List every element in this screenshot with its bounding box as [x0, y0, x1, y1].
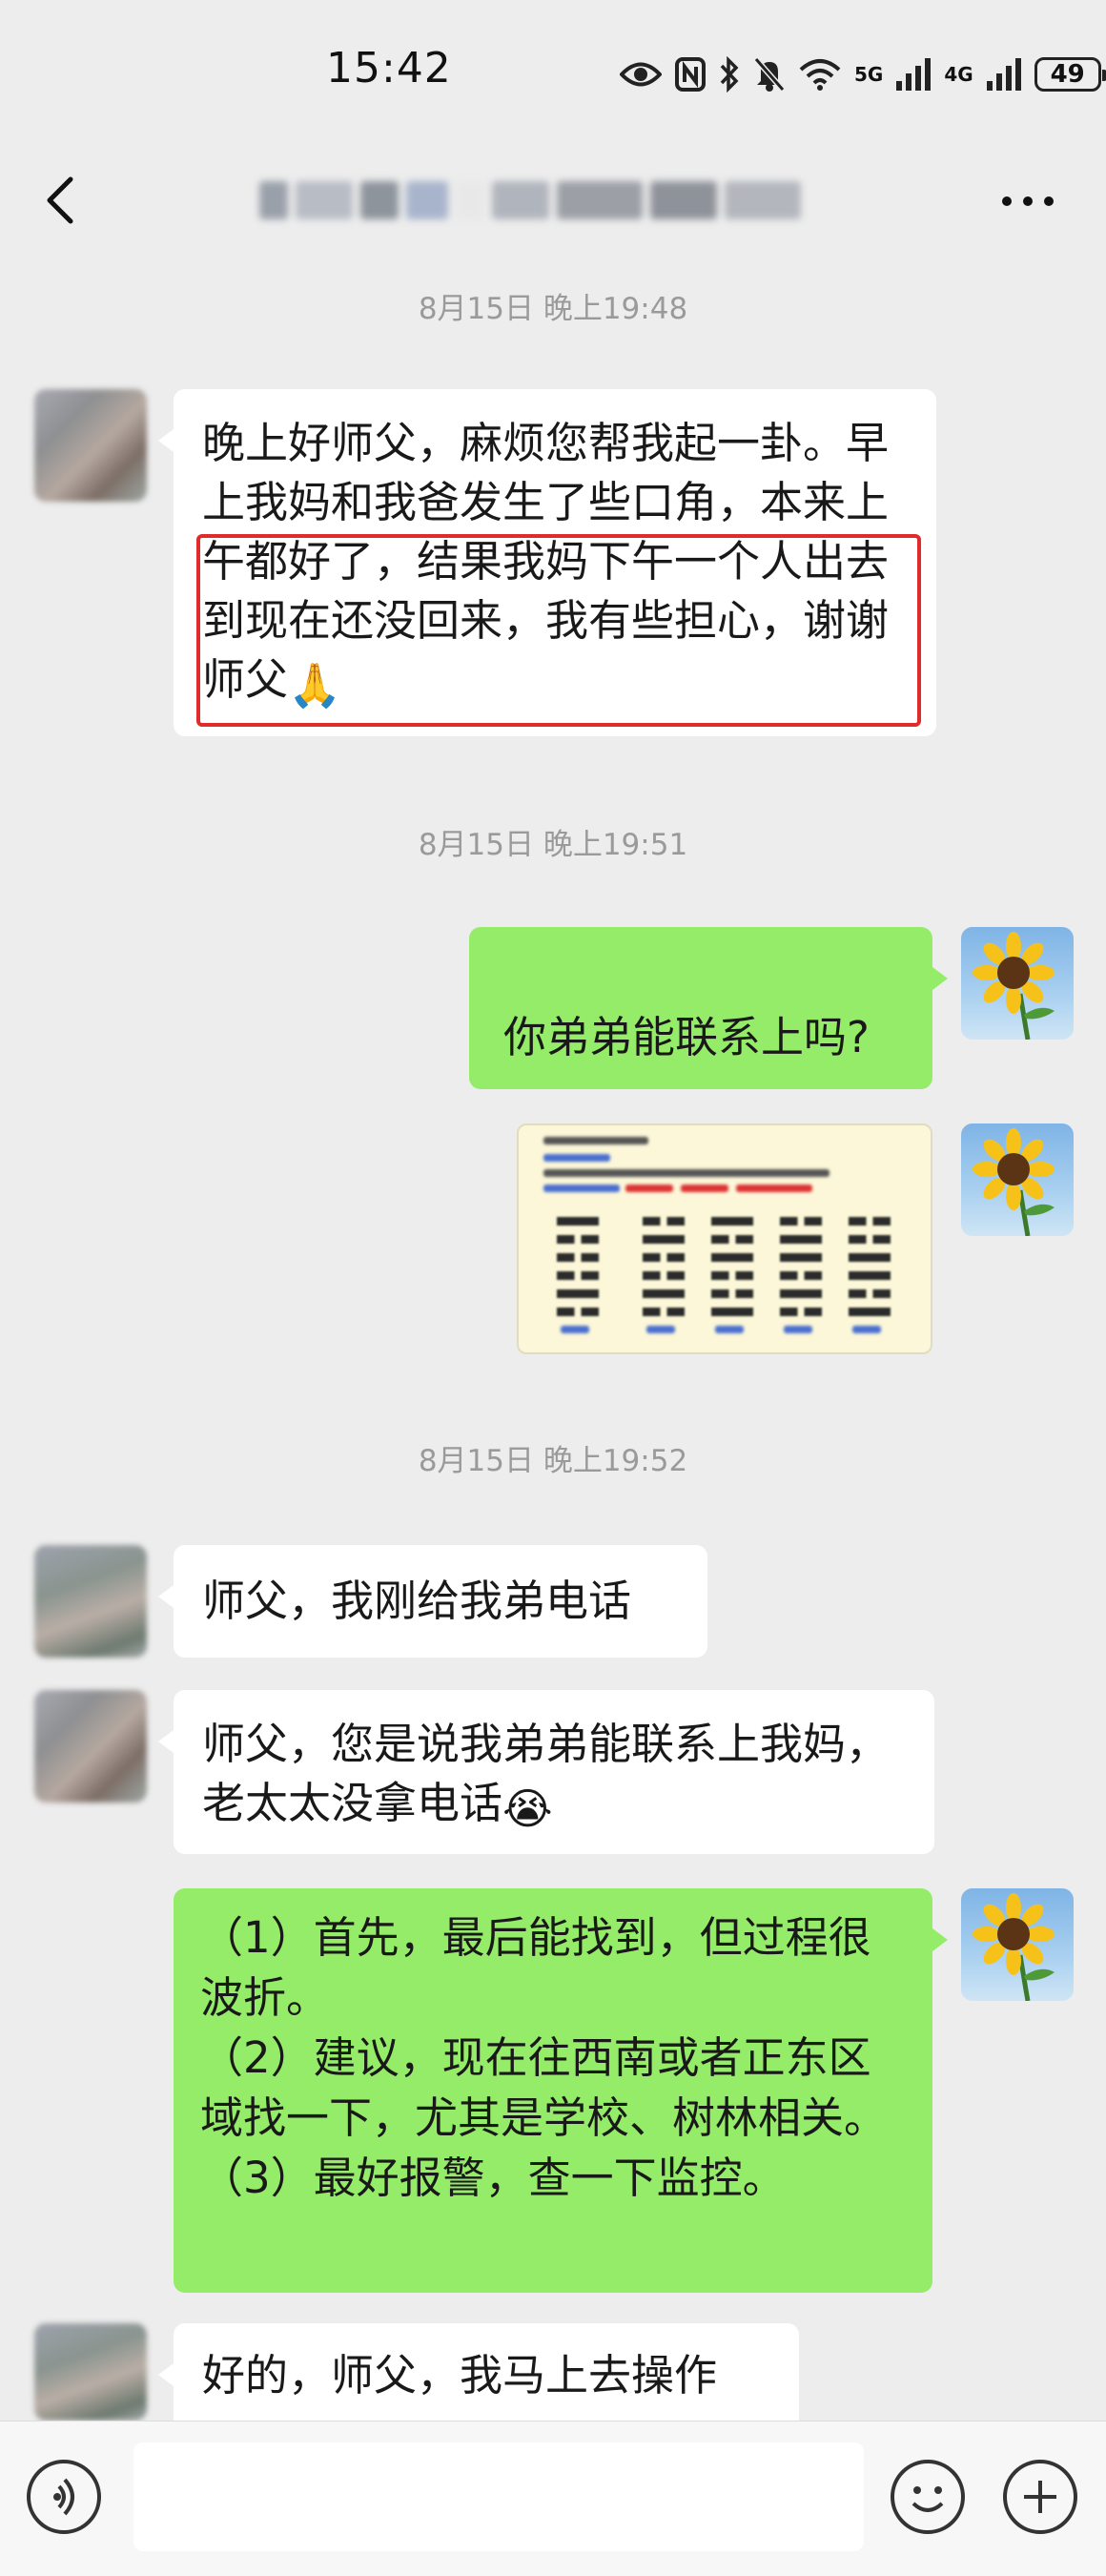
hexagram-figure: [780, 1217, 822, 1326]
sunflower-icon: [973, 932, 1055, 1040]
image-message-hexagram[interactable]: [517, 1123, 932, 1354]
image-text-line: [543, 1137, 648, 1144]
more-icon[interactable]: [999, 187, 1056, 216]
message-input[interactable]: [133, 2442, 864, 2551]
plus-icon[interactable]: [1003, 2460, 1077, 2534]
message-timestamp: 8月15日 晚上19:48: [418, 292, 688, 326]
message-text: 你弟弟能联系上吗?: [503, 1012, 870, 1062]
smiley-face-icon: [911, 2486, 944, 2512]
voice-wave-icon: [53, 2478, 74, 2516]
input-bar: [0, 2421, 1106, 2576]
my-avatar[interactable]: [961, 1888, 1074, 2001]
message-bubble-incoming[interactable]: 师父，我刚给我弟电话: [158, 1545, 707, 1658]
message-line: （2）建议，现在往西南或者正东区域找一下，尤其是学校、树林相关。: [200, 2032, 888, 2143]
battery-icon: 49: [1034, 57, 1106, 92]
network-5g-label: 5G: [854, 63, 884, 86]
status-bar: 15:42 5G 4G 49: [0, 0, 1106, 143]
hexagram-figure: [643, 1217, 685, 1326]
my-avatar[interactable]: [961, 927, 1074, 1040]
image-text-line: [784, 1326, 812, 1333]
eye-icon: [620, 62, 662, 87]
message-timestamp: 8月15日 晚上19:52: [418, 1444, 688, 1478]
message-bubble-outgoing[interactable]: 你弟弟能联系上吗?: [469, 927, 948, 1089]
sunflower-icon: [973, 1893, 1055, 2001]
contact-avatar[interactable]: [34, 389, 147, 502]
sunflower-icon: [973, 1128, 1055, 1236]
message-bubble-incoming[interactable]: 好的，师父，我马上去操作: [158, 2323, 799, 2421]
signal-icon: [986, 58, 1021, 91]
hexagram-figure: [711, 1217, 753, 1326]
image-text-line: [625, 1185, 673, 1192]
mute-icon: [753, 57, 786, 92]
image-text-line: [646, 1326, 675, 1333]
image-text-line: [543, 1154, 610, 1162]
image-text-line: [736, 1185, 812, 1192]
my-avatar[interactable]: [961, 1123, 1074, 1236]
nfc-icon: [675, 57, 706, 92]
status-time: 15:42: [326, 44, 452, 93]
hexagram-figure: [557, 1217, 599, 1326]
chat-title-blurred: [259, 172, 831, 229]
plus-sign-icon: [1024, 2481, 1056, 2513]
message-text: 师父，我刚给我弟电话: [202, 1576, 632, 1626]
crying-emoji: 😭: [502, 1783, 553, 1834]
wifi-icon: [799, 59, 841, 91]
status-icons: 5G 4G 49: [620, 50, 1106, 99]
message-timestamp: 8月15日 晚上19:51: [418, 828, 688, 862]
contact-avatar[interactable]: [34, 1545, 147, 1658]
back-arrow-icon[interactable]: [34, 172, 92, 229]
image-text-line: [543, 1185, 620, 1192]
image-text-line: [715, 1326, 744, 1333]
image-text-line: [681, 1185, 728, 1192]
image-text-line: [852, 1326, 881, 1333]
message-line: （3）最好报警，查一下监控。: [200, 2153, 786, 2203]
highlight-annotation-box: [196, 534, 921, 727]
contact-avatar[interactable]: [34, 1690, 147, 1803]
network-4g-label: 4G: [944, 63, 973, 86]
message-bubble-outgoing[interactable]: （1）首先，最后能找到，但过程很波折。 （2）建议，现在往西南或者正东区域找一下…: [174, 1888, 948, 2293]
bluetooth-icon: [720, 56, 739, 93]
emoji-icon[interactable]: [891, 2460, 965, 2534]
chat-header: [0, 143, 1106, 267]
contact-avatar[interactable]: [34, 2323, 147, 2421]
image-text-line: [561, 1326, 589, 1333]
message-bubble-incoming[interactable]: 师父，您是说我弟弟能联系上我妈，老太太没拿电话😭: [158, 1690, 934, 1854]
image-text-line: [543, 1169, 830, 1177]
hexagram-figure: [849, 1217, 891, 1326]
message-text: 好的，师父，我马上去操作: [202, 2350, 718, 2401]
message-line: （1）首先，最后能找到，但过程很波折。: [200, 1912, 871, 2023]
signal-icon: [896, 58, 932, 91]
voice-icon[interactable]: [27, 2460, 101, 2534]
